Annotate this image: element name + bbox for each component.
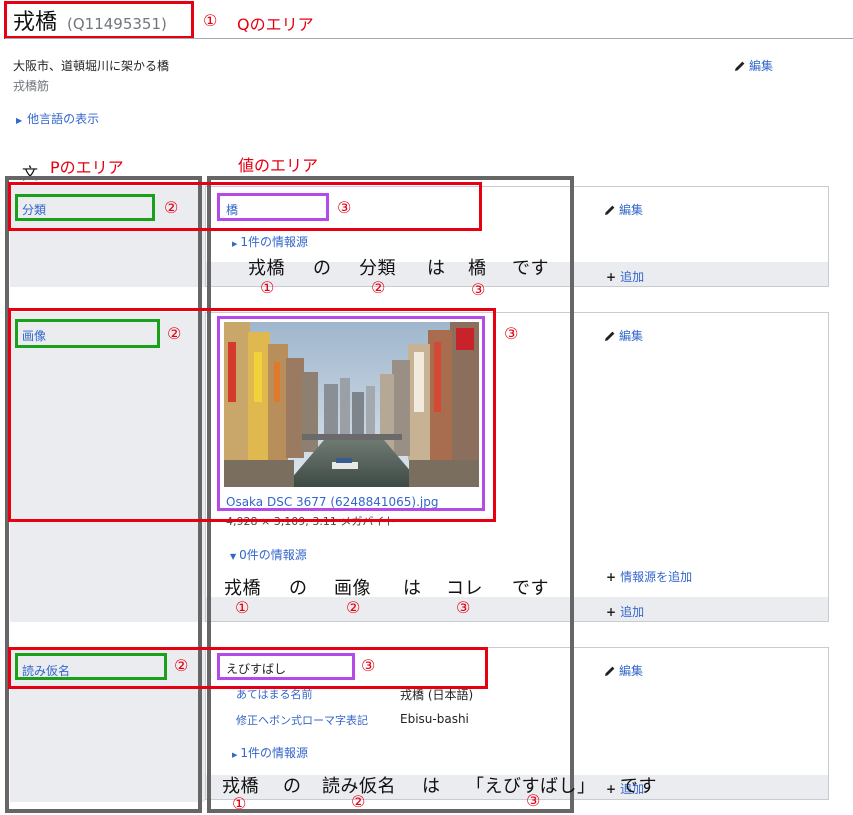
value-highlight-bunrui: [217, 193, 329, 221]
sentence1-num1: ①: [260, 278, 275, 297]
value-highlight-gazou: [217, 316, 485, 511]
edit-link-bunrui[interactable]: 編集: [604, 201, 643, 218]
sentence1-particle-no: の: [313, 258, 332, 279]
q-area-label: Qのエリア: [237, 15, 314, 34]
sentence1-desu: です: [512, 258, 549, 279]
plus-icon: +: [606, 605, 617, 619]
sentence2-num3: ③: [456, 598, 471, 617]
add-button-bunrui[interactable]: + 追加: [606, 268, 644, 285]
title-divider: [5, 38, 853, 39]
edit-label: 編集: [619, 329, 644, 343]
sentence2-num1: ①: [235, 598, 250, 617]
plus-icon: +: [606, 270, 617, 284]
sentence1-property: 分類: [359, 258, 396, 279]
property-number-gazou: ②: [167, 324, 182, 343]
pencil-icon: [605, 331, 615, 341]
property-highlight-bunrui: [15, 194, 155, 221]
value-highlight-yomigana: [217, 653, 355, 680]
q-area-number: ①: [203, 11, 218, 30]
item-alias: 戎橋筋: [13, 79, 50, 93]
sentence3-num3: ③: [526, 791, 541, 810]
pencil-icon: [605, 666, 615, 676]
sentence1-subject: 戎橋: [248, 258, 285, 279]
plus-icon: +: [606, 570, 617, 584]
sentence3-num1: ①: [232, 794, 247, 813]
sentence2-subject: 戎橋: [224, 578, 261, 599]
sentence2-property: 画像: [334, 578, 371, 599]
pencil-icon: [735, 61, 745, 71]
header-edit-link[interactable]: 編集: [734, 57, 773, 74]
pencil-icon: [605, 205, 615, 215]
add-button-gazou[interactable]: + 追加: [606, 603, 644, 620]
value-number-yomigana: ③: [361, 656, 376, 675]
property-number-yomigana: ②: [174, 656, 189, 675]
plus-icon: +: [606, 782, 617, 796]
sentence3-desu: です: [620, 776, 657, 797]
value-number-bunrui: ③: [337, 198, 352, 217]
sentence3-particle-no: の: [283, 776, 302, 797]
p-area-label: Pのエリア: [50, 158, 124, 177]
sentence1-value: 橋: [468, 258, 487, 279]
sentence2-value: コレ: [446, 578, 483, 599]
add-label: 追加: [620, 270, 645, 284]
sentence2-particle-wa: は: [403, 578, 422, 599]
add-label: 追加: [620, 605, 645, 619]
property-highlight-gazou: [15, 319, 160, 348]
property-highlight-yomigana: [15, 653, 167, 680]
sentence1-num3: ③: [471, 280, 486, 299]
edit-link-yomigana[interactable]: 編集: [604, 662, 643, 679]
sentence2-particle-no: の: [289, 578, 308, 599]
sentence3-particle-wa: は: [422, 776, 441, 797]
edit-label: 編集: [619, 203, 644, 217]
sentence1-num2: ②: [371, 278, 386, 297]
q-area-highlight: [4, 1, 194, 39]
edit-link-gazou[interactable]: 編集: [604, 327, 643, 344]
add-reference-button[interactable]: + 情報源を追加: [606, 568, 692, 585]
value-area-label: 値のエリア: [238, 156, 319, 175]
sentence1-particle-wa: は: [427, 258, 446, 279]
triangle-right-icon: ▶: [16, 116, 23, 125]
other-languages-label: 他言語の表示: [27, 112, 100, 126]
other-languages-toggle[interactable]: ▶ 他言語の表示: [16, 110, 99, 127]
sentence2-num2: ②: [346, 598, 361, 617]
add-reference-label: 情報源を追加: [620, 570, 693, 584]
property-number-bunrui: ②: [164, 198, 179, 217]
header-edit-label: 編集: [749, 59, 774, 73]
value-number-gazou: ③: [504, 324, 519, 343]
sentence3-num2: ②: [351, 792, 366, 811]
edit-label: 編集: [619, 664, 644, 678]
sentence2-desu: です: [512, 578, 549, 599]
item-description: 大阪市、道頓堀川に架かる橋: [13, 59, 170, 73]
